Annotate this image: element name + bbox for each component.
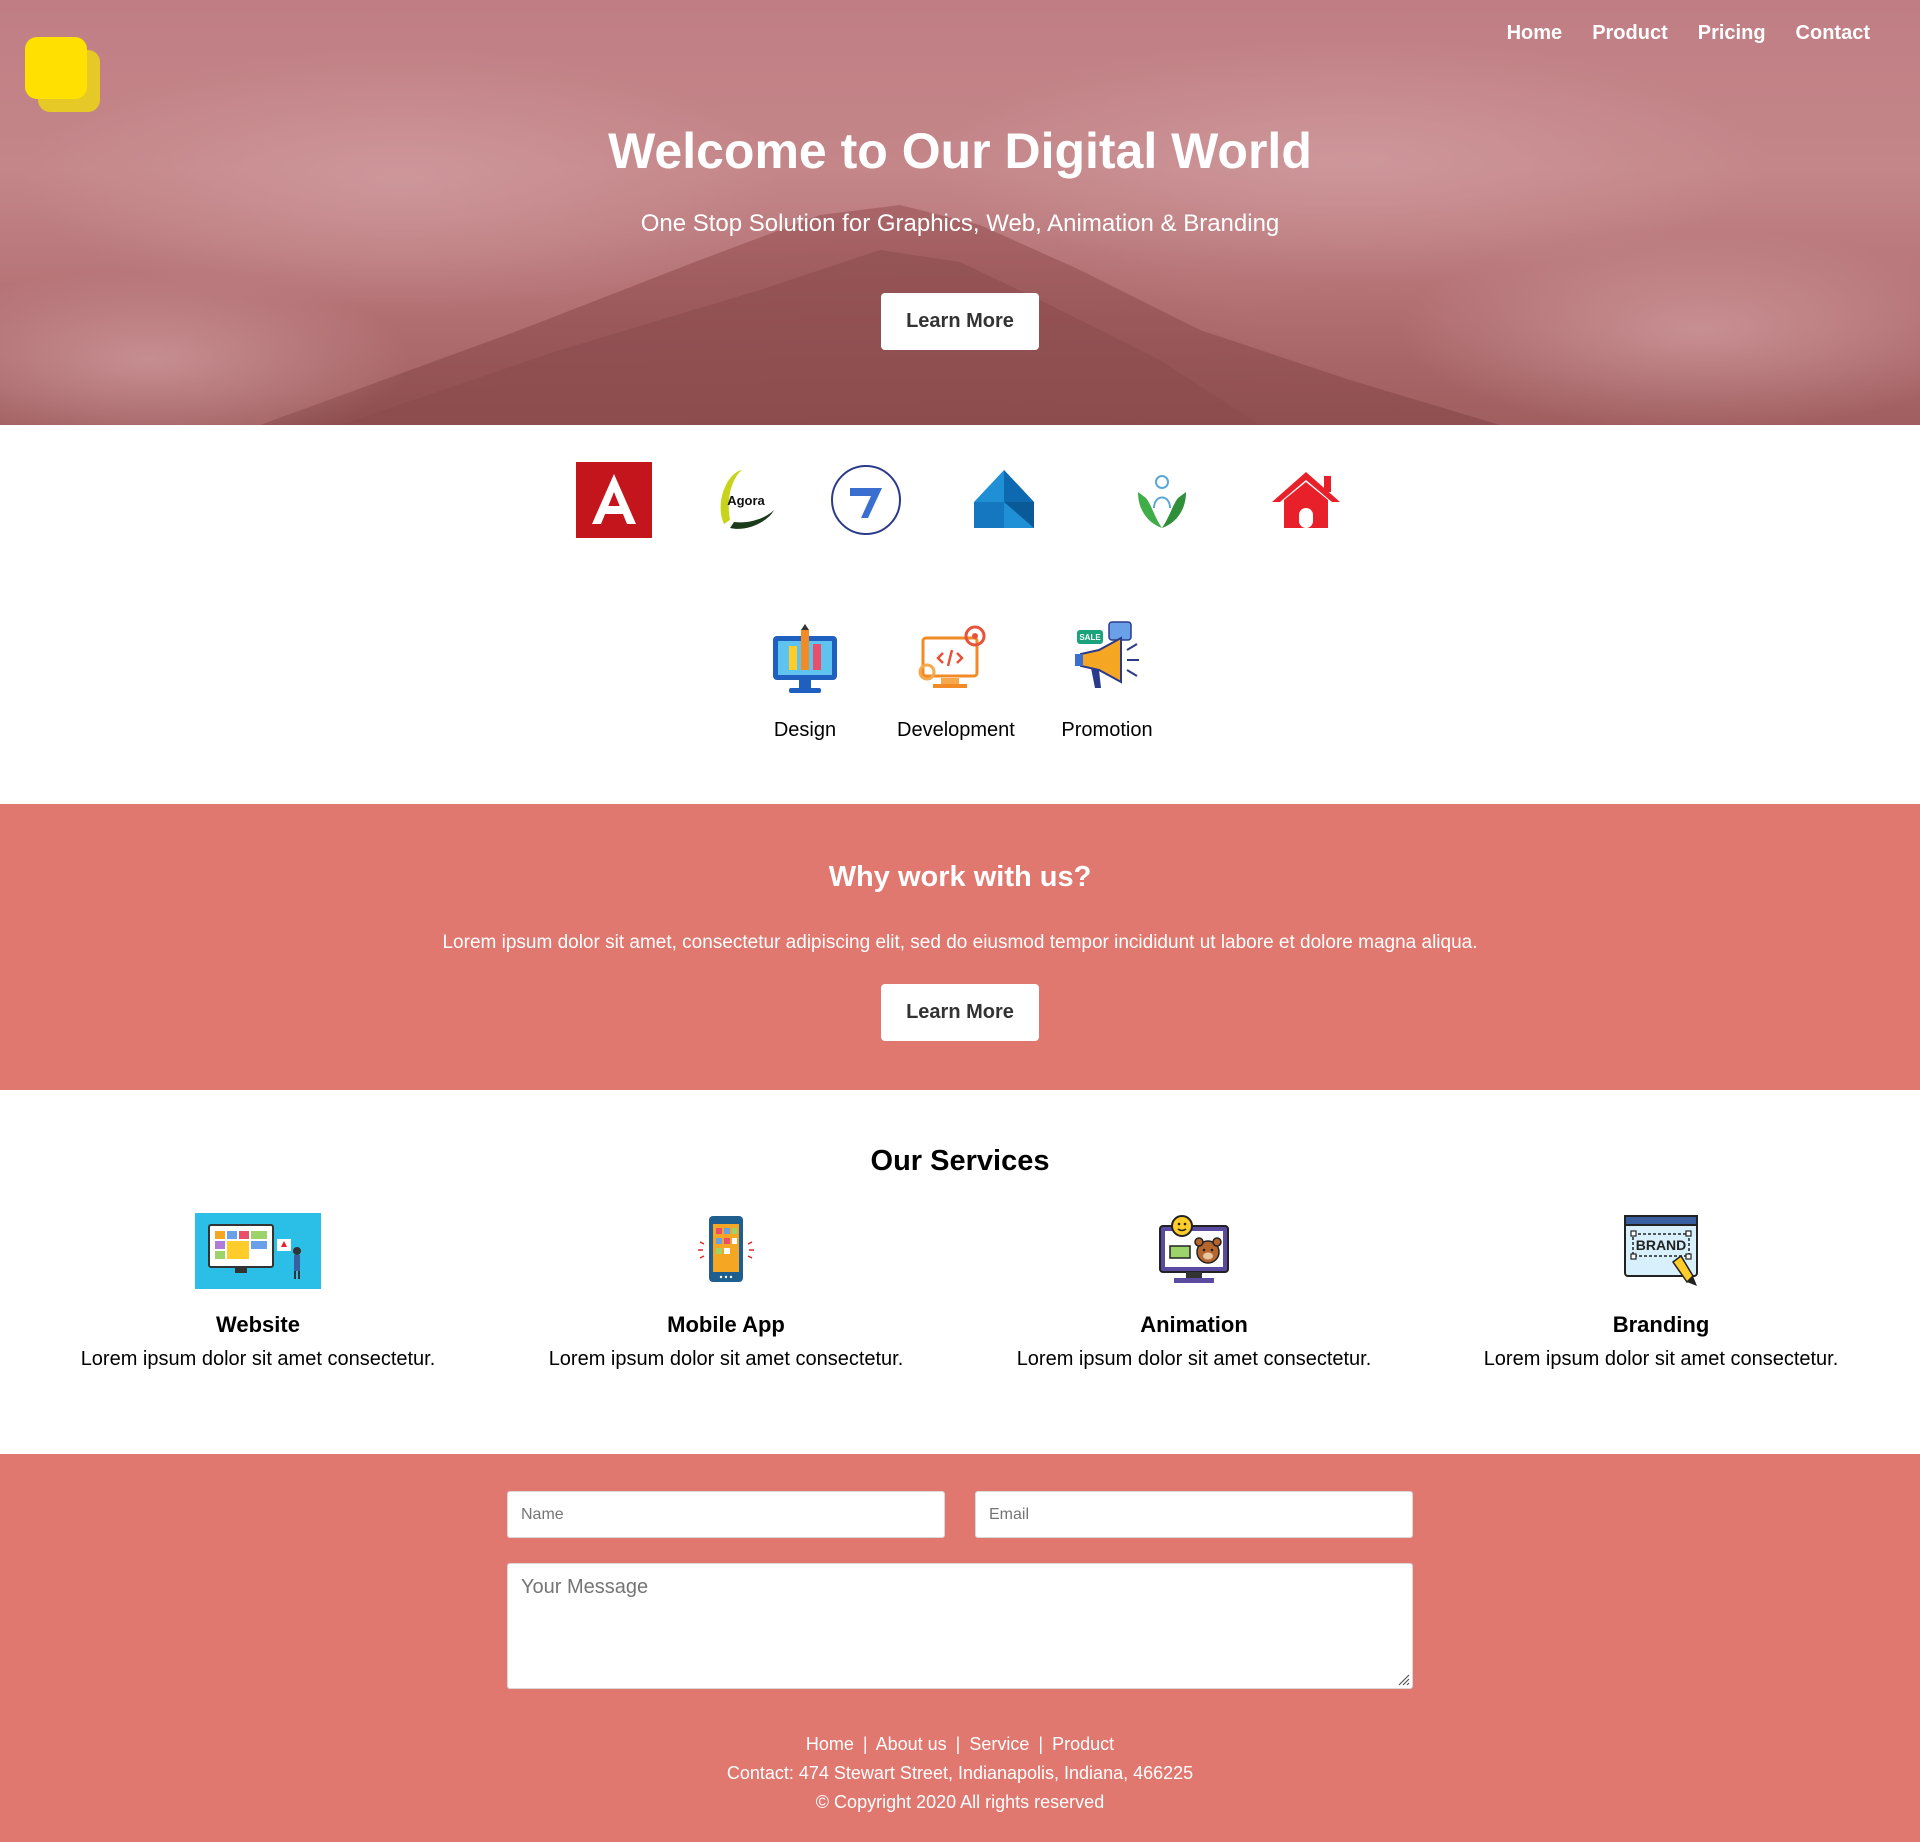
logo-front-square <box>25 37 87 99</box>
website-icon <box>195 1213 321 1289</box>
brand-text: BRAND <box>1636 1237 1687 1253</box>
nav-contact[interactable]: Contact <box>1796 22 1870 45</box>
feature-promotion[interactable]: SALE Promotion <box>1052 620 1162 742</box>
service-mobile-app-text: Lorem ipsum dolor sit amet consectetur. <box>548 1348 904 1370</box>
service-website-title: Website <box>216 1312 300 1337</box>
footer-link-about[interactable]: About us <box>876 1734 947 1754</box>
service-website-text: Lorem ipsum dolor sit amet consectetur. <box>80 1348 436 1370</box>
why-learn-more-button[interactable]: Learn More <box>881 984 1039 1041</box>
stroke-logo <box>831 465 901 535</box>
footer-separator: | <box>955 1734 961 1754</box>
resize-grip-icon[interactable] <box>1396 1672 1410 1686</box>
footer-link-service[interactable]: Service <box>969 1734 1029 1754</box>
service-branding-text: Lorem ipsum dolor sit amet consectetur. <box>1483 1348 1839 1370</box>
feature-promotion-label: Promotion <box>1061 719 1153 741</box>
agora-logo-text: Agora <box>727 493 765 508</box>
main-nav: Home Product Pricing Contact <box>1507 22 1870 45</box>
service-mobile-app-title: Mobile App <box>667 1312 785 1337</box>
service-branding-title: Branding <box>1612 1312 1710 1337</box>
mobile-app-icon <box>698 1216 754 1282</box>
footer-links: Home | About us | Service | Product <box>0 1734 1920 1755</box>
footer-link-product[interactable]: Product <box>1052 1734 1114 1754</box>
footer-separator: | <box>862 1734 868 1754</box>
name-input[interactable] <box>507 1491 945 1538</box>
email-input[interactable] <box>975 1491 1413 1538</box>
red-house-logo <box>1272 472 1340 528</box>
sale-tag-text: SALE <box>1079 633 1101 642</box>
footer-separator: | <box>1038 1734 1044 1754</box>
hero-section: Home Product Pricing Contact Welcome to … <box>0 0 1920 425</box>
hero-subtitle: One Stop Solution for Graphics, Web, Ani… <box>640 210 1280 237</box>
service-mobile-app[interactable]: Mobile App Lorem ipsum dolor sit amet co… <box>516 1212 936 1371</box>
feature-design[interactable]: Design <box>750 620 860 742</box>
hands-person-logo <box>1138 475 1186 528</box>
nav-product[interactable]: Product <box>1592 22 1668 45</box>
why-text: Lorem ipsum dolor sit amet, consectetur … <box>442 932 1478 953</box>
design-monitor-icon <box>773 624 837 693</box>
hero-learn-more-button[interactable]: Learn More <box>881 293 1039 350</box>
angular-logo <box>576 462 652 538</box>
megaphone-icon: SALE <box>1075 621 1139 688</box>
service-animation-title: Animation <box>1140 1312 1248 1337</box>
development-monitor-icon <box>918 625 986 688</box>
service-animation-text: Lorem ipsum dolor sit amet consectetur. <box>1016 1348 1372 1370</box>
feature-development[interactable]: Development <box>897 620 1015 742</box>
service-website[interactable]: Website Lorem ipsum dolor sit amet conse… <box>48 1212 468 1371</box>
services-title: Our Services <box>870 1145 1050 1177</box>
footer-copyright: © Copyright 2020 All rights reserved <box>815 1792 1105 1812</box>
why-title: Why work with us? <box>828 861 1092 893</box>
feature-development-label: Development <box>897 719 1015 741</box>
service-animation[interactable]: Animation Lorem ipsum dolor sit amet con… <box>984 1212 1404 1371</box>
feature-design-label: Design <box>773 719 837 741</box>
agora-logo: Agora <box>720 470 774 529</box>
why-section: Why work with us? Lorem ipsum dolor sit … <box>0 804 1920 1090</box>
message-placeholder: Your Message <box>521 1576 649 1598</box>
footer-contact: Contact: 474 Stewart Street, Indianapoli… <box>726 1763 1194 1783</box>
client-logos: Agora <box>0 425 1920 575</box>
blue-house-logo <box>974 470 1034 528</box>
site-logo[interactable] <box>25 37 101 113</box>
footer-link-home[interactable]: Home <box>806 1734 854 1754</box>
animation-icon <box>1159 1215 1229 1283</box>
service-branding[interactable]: BRAND Branding Lorem ipsum dolor sit ame… <box>1451 1212 1871 1371</box>
branding-icon: BRAND <box>1624 1215 1698 1286</box>
nav-pricing[interactable]: Pricing <box>1698 22 1766 45</box>
hero-title: Welcome to Our Digital World <box>608 123 1312 179</box>
message-textarea[interactable]: Your Message <box>507 1563 1413 1689</box>
nav-home[interactable]: Home <box>1507 22 1563 45</box>
